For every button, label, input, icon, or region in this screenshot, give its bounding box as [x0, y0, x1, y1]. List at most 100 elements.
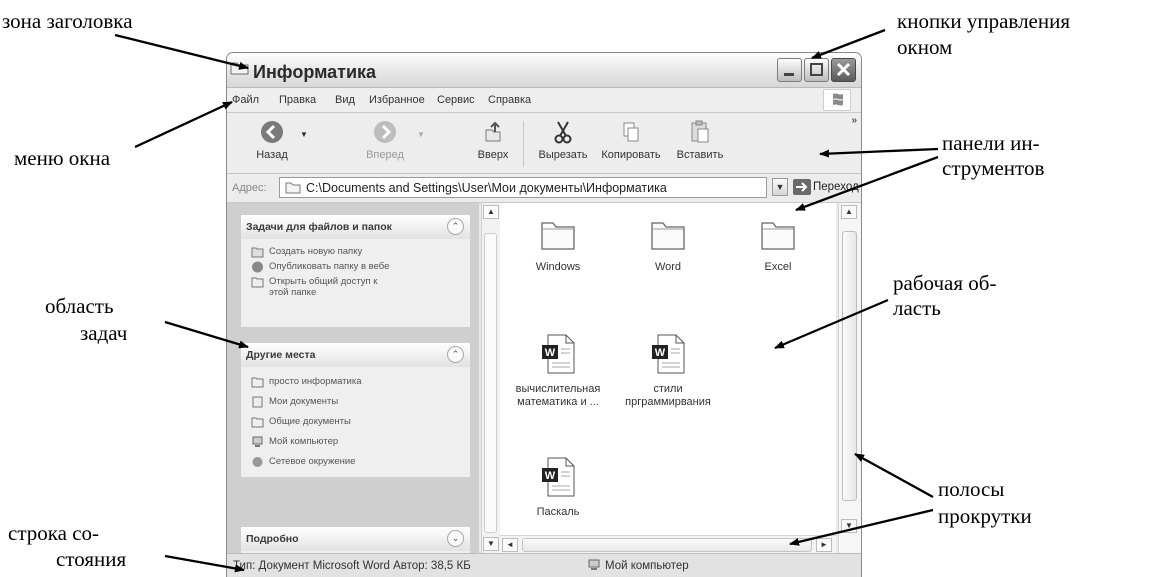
forward-button[interactable]: Вперед	[355, 119, 415, 161]
go-label: Переход	[813, 181, 859, 193]
place-network[interactable]: Сетевое окружение	[241, 455, 470, 475]
toolbar-overflow-icon[interactable]: »	[851, 115, 857, 126]
status-text: Тип: Документ Microsoft Word Автор: 38,5…	[233, 560, 471, 572]
place-my-computer[interactable]: Мой компьютер	[241, 435, 470, 455]
status-zone-label: Мой компьютер	[605, 560, 689, 572]
annotation-task-area-2: задач	[80, 321, 128, 345]
details-panel: Подробно ⌄	[241, 527, 470, 553]
new-folder-icon	[251, 247, 264, 258]
cut-button[interactable]: Вырезать	[533, 119, 593, 161]
task-new-folder[interactable]: Создать новую папку	[241, 245, 470, 260]
annotation-window-controls-2: окном	[897, 35, 953, 59]
scrollbar-thumb[interactable]	[484, 233, 497, 533]
document-programming-styles[interactable]: W стили прграммирвания	[613, 333, 723, 409]
copy-icon	[623, 122, 639, 142]
task-pane: Задачи для файлов и папок ⌃ Создать нову…	[227, 203, 479, 553]
toolbar-separator	[523, 121, 524, 167]
menu-help[interactable]: Справка	[488, 94, 531, 106]
window-title: Информатика	[253, 62, 377, 82]
paste-icon	[691, 120, 709, 143]
menu-favorites[interactable]: Избранное	[369, 94, 425, 106]
menu-view[interactable]: Вид	[335, 94, 355, 106]
scissors-icon	[554, 121, 572, 144]
title-bar[interactable]: Информатика	[227, 53, 861, 88]
menu-file[interactable]: Файл	[232, 94, 259, 106]
paste-button[interactable]: Вставить	[668, 119, 732, 161]
scroll-up-icon[interactable]: ▲	[841, 205, 857, 219]
arrow-window-menu	[134, 100, 233, 149]
up-button[interactable]: Вверх	[471, 119, 515, 161]
folder-icon	[230, 62, 249, 75]
address-value: C:\Documents and Settings\User\Мои докум…	[306, 181, 667, 195]
forward-dropdown-icon[interactable]: ▼	[417, 130, 425, 139]
annotation-window-menu: меню окна	[14, 146, 111, 170]
annotation-toolbars-2: струментов	[942, 156, 1045, 180]
annotation-window-controls: кнопки управления	[897, 9, 1071, 33]
word-document-icon: W	[542, 334, 575, 374]
copy-button[interactable]: Копировать	[598, 119, 664, 161]
folder-word[interactable]: Word	[613, 217, 723, 274]
up-label: Вверх	[477, 149, 509, 161]
collapse-icon[interactable]: ⌃	[447, 218, 464, 235]
scroll-down-icon[interactable]: ▼	[841, 519, 857, 533]
folder-icon	[651, 222, 685, 250]
folder-icon	[285, 182, 301, 194]
details-header[interactable]: Подробно ⌄	[241, 527, 470, 551]
file-tasks-panel: Задачи для файлов и папок ⌃ Создать нову…	[241, 215, 470, 327]
menu-bar: Файл Правка Вид Избранное Сервис Справка	[227, 88, 861, 113]
menu-edit[interactable]: Правка	[279, 94, 316, 106]
forward-label: Вперед	[366, 149, 404, 161]
scroll-right-icon[interactable]: ►	[816, 538, 832, 552]
document-computational-math[interactable]: W вычислительная математика и ...	[503, 333, 613, 409]
task-publish-web[interactable]: Опубликовать папку в вебе	[241, 260, 470, 275]
other-places-header[interactable]: Другие места ⌃	[241, 343, 470, 367]
file-tasks-header[interactable]: Задачи для файлов и папок ⌃	[241, 215, 470, 239]
annotation-status-bar-2: стояния	[56, 547, 127, 571]
task-pane-scrollbar[interactable]: ▲ ▼	[481, 203, 500, 553]
place-shared-documents[interactable]: Общие документы	[241, 415, 470, 435]
annotation-task-area: область	[45, 294, 114, 318]
copy-label: Копировать	[601, 149, 661, 161]
go-arrow-icon	[793, 179, 811, 195]
word-document-icon: W	[652, 334, 685, 374]
forward-arrow-icon	[374, 121, 396, 143]
scrollbar-thumb[interactable]	[842, 231, 857, 501]
menu-tools[interactable]: Сервис	[437, 94, 475, 106]
annotation-work-area-2: ласть	[893, 296, 941, 320]
expand-icon[interactable]: ⌄	[447, 530, 464, 547]
scroll-up-icon[interactable]: ▲	[483, 205, 499, 219]
task-share-cont[interactable]: этой папке	[241, 286, 470, 301]
maximize-button[interactable]	[804, 58, 829, 82]
close-button[interactable]	[831, 58, 856, 82]
collapse-icon[interactable]: ⌃	[447, 346, 464, 363]
address-dropdown-button[interactable]: ▼	[772, 178, 788, 196]
back-arrow-icon	[261, 121, 283, 143]
annotation-scrollbars: полосы	[938, 477, 1005, 501]
folder-windows[interactable]: Windows	[503, 217, 613, 274]
place-informatics[interactable]: просто информатика	[241, 375, 470, 395]
scrollbar-thumb[interactable]	[522, 538, 812, 552]
scroll-down-icon[interactable]: ▼	[483, 537, 499, 551]
horizontal-scrollbar[interactable]: ◄ ►	[500, 535, 836, 554]
address-label: Адрес:	[232, 182, 267, 194]
annotation-work-area: рабочая об-	[893, 271, 997, 295]
minimize-button[interactable]	[777, 58, 802, 82]
annotation-toolbars: панели ин-	[942, 131, 1040, 155]
svg-text:W: W	[545, 470, 556, 482]
back-dropdown-icon[interactable]: ▼	[300, 130, 308, 139]
network-icon	[252, 457, 263, 467]
address-bar: Адрес: C:\Documents and Settings\User\Мо…	[227, 174, 861, 203]
address-input[interactable]: C:\Documents and Settings\User\Мои докум…	[279, 177, 767, 198]
back-button[interactable]: Назад	[245, 119, 299, 161]
status-bar: Тип: Документ Microsoft Word Автор: 38,5…	[227, 553, 861, 577]
paste-label: Вставить	[676, 149, 724, 161]
scroll-left-icon[interactable]: ◄	[502, 538, 518, 552]
folder-excel[interactable]: Excel	[723, 217, 833, 274]
place-my-documents[interactable]: Мои документы	[241, 395, 470, 415]
other-places-panel: Другие места ⌃ просто информатика Мои до…	[241, 343, 470, 477]
maximize-icon	[810, 63, 823, 76]
file-tasks-title: Задачи для файлов и папок	[246, 221, 392, 233]
document-pascal[interactable]: W Паскаль	[503, 456, 613, 519]
documents-icon	[252, 396, 263, 408]
vertical-scrollbar[interactable]: ▲ ▼	[838, 203, 861, 553]
